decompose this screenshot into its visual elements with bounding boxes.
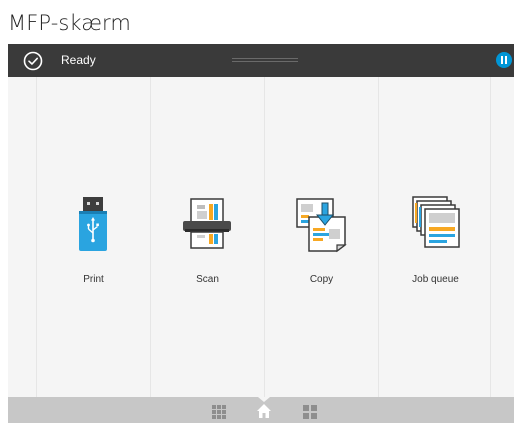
- home-icon[interactable]: [256, 403, 272, 419]
- status-bar[interactable]: Ready: [8, 44, 514, 77]
- pull-down-handle[interactable]: [232, 58, 298, 63]
- app-tiles: Print Scan Copy Job queue: [36, 77, 492, 397]
- usb-drive-icon: [79, 197, 107, 251]
- copy-label: Copy: [309, 274, 334, 285]
- bottom-nav-bar: [8, 397, 514, 423]
- check-circle-icon[interactable]: [23, 51, 43, 71]
- status-text: Ready: [61, 53, 96, 67]
- page: MFP-skærm Ready Print Scan Copy Job queu…: [0, 0, 514, 423]
- pause-button[interactable]: [496, 52, 512, 68]
- job-queue-tile[interactable]: Job queue: [378, 77, 491, 397]
- apps-grid-icon[interactable]: [212, 405, 226, 419]
- copy-tile[interactable]: Copy: [264, 77, 377, 397]
- scan-label: Scan: [196, 274, 219, 285]
- printer-screen: Ready Print Scan Copy Job queue: [8, 44, 514, 423]
- job-queue-label: Job queue: [412, 274, 459, 285]
- figure-caption: MFP-skærm: [8, 11, 131, 35]
- print-tile[interactable]: Print: [36, 77, 149, 397]
- active-indicator: [258, 397, 270, 402]
- widgets-icon[interactable]: [303, 405, 317, 419]
- scan-tile[interactable]: Scan: [150, 77, 263, 397]
- job-queue-icon: [412, 196, 460, 248]
- print-label: Print: [83, 274, 104, 285]
- scanner-icon: [183, 198, 231, 249]
- copy-icon: [296, 198, 347, 253]
